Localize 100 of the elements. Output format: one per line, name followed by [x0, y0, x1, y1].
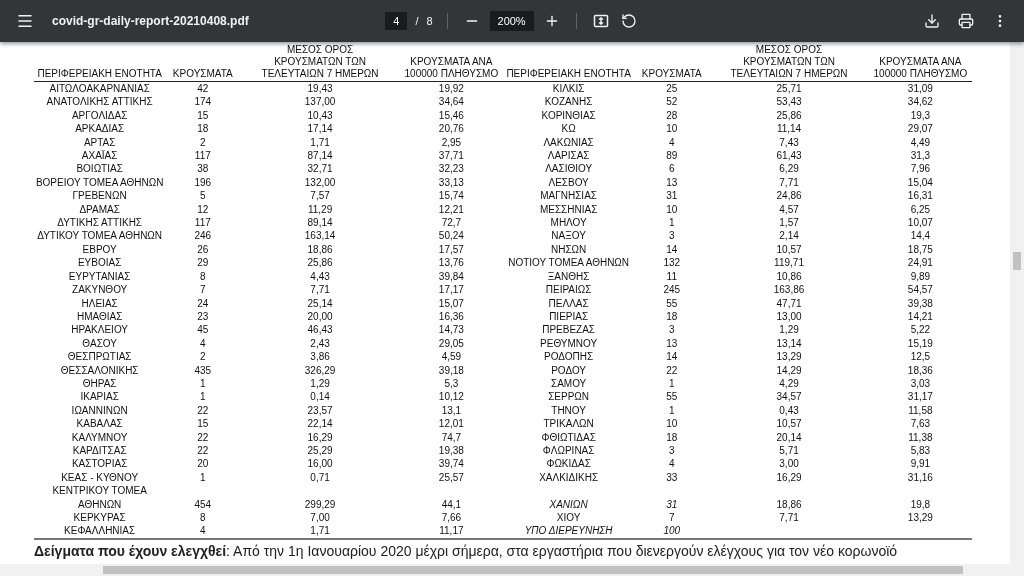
table-cell-text: 1 — [199, 376, 207, 391]
table-cell-text: 33 — [665, 470, 679, 485]
table-cell-text: 10,07 — [906, 216, 934, 230]
region-cell-text: ΘΕΣΠΡΩΤΙΑΣ — [66, 350, 133, 364]
table-cell-text: 5 — [199, 189, 207, 203]
region-cell-text: ΝΗΣΩΝ — [549, 242, 588, 257]
table-cell-text: 10 — [665, 417, 679, 431]
table-cell-text: 117 — [193, 149, 212, 163]
table-cell-text: 196 — [193, 175, 213, 190]
table-cell-text: 8 — [199, 511, 207, 525]
download-icon[interactable] — [922, 11, 942, 31]
table-cell-text: 10,12 — [437, 390, 465, 404]
table-cell-text: 0,14 — [309, 390, 331, 404]
table-cell: 100 — [634, 524, 710, 539]
region-cell-text: ΚΑΣΤΟΡΙΑΣ — [70, 457, 129, 471]
page-count: 8 — [426, 15, 433, 27]
table-cell-text: 245 — [662, 283, 682, 297]
table-cell-text: 15,07 — [437, 296, 465, 310]
page-number-field[interactable]: 4 — [385, 12, 408, 30]
table-cell-text: 1,29 — [778, 323, 800, 337]
region-cell-text: ΞΑΝΘΗΣ — [546, 269, 591, 284]
table-cell-text: 32,23 — [437, 162, 465, 176]
table-cell: 25 — [634, 81, 710, 96]
table-cell: 19,43 — [240, 81, 400, 96]
table-cell-text: 24,91 — [906, 256, 934, 270]
region-cell-text: ΡΟΔΟΥ — [550, 363, 588, 377]
table-cell-text: 55 — [665, 296, 679, 310]
table-cell-text: 119,71 — [773, 256, 805, 270]
region-cell-text: ΒΟΙΩΤΙΑΣ — [75, 162, 124, 176]
table-cell-text: 7,71 — [778, 175, 800, 190]
table-cell-text: 25,29 — [306, 443, 334, 458]
table-cell-text: 7,71 — [309, 283, 331, 297]
print-icon[interactable] — [956, 11, 976, 31]
table-cell-text: 16,29 — [306, 430, 334, 444]
table-cell-text: 1 — [668, 376, 676, 391]
page-separator: / — [415, 15, 419, 27]
region-cell-text: ΠΡΕΒΕΖΑΣ — [541, 323, 597, 337]
table-cell-text: 1,71 — [309, 135, 331, 150]
table-cell-text: 117 — [193, 216, 212, 230]
table-cell-text: 20,76 — [437, 122, 465, 136]
region-cell-text: ΧΑΛΚΙΔΙΚΗΣ — [538, 470, 600, 485]
footnote-paragraph: Δείγματα που έχουν ελεγχθεί: Από την 1η Ιανουαρίου 2020 μέχρι σήμερα, στα εργαστήρια που διενεργούν ελέγχους για τον νέο κορωνοϊό — [34, 542, 899, 559]
table-cell-text: 10,86 — [775, 269, 803, 284]
region-cell-text: ΑΡΤΑΣ — [82, 135, 117, 150]
region-cell-text: ΚΑΡΔΙΤΣΑΣ — [71, 443, 128, 458]
region-cell-text: ΧΑΝΙΩΝ — [548, 497, 589, 511]
region-cell-text: ΕΥΡΥΤΑΝΙΑΣ — [67, 269, 132, 284]
region-cell-text: ΔΡΑΜΑΣ — [78, 202, 121, 217]
region-cell-text: ΡΕΘΥΜΝΟΥ — [539, 336, 599, 351]
region-cell-text: ΔΥΤΙΚΟΥ ΤΟΜΕΑ ΑΘΗΝΩΝ — [36, 229, 164, 243]
table-cell-text: 14,4 — [909, 229, 932, 243]
horizontal-scrollbar[interactable] — [0, 564, 1010, 576]
region-cell-text: ΙΚΑΡΙΑΣ — [79, 390, 120, 404]
table-cell-text: 89 — [665, 149, 679, 163]
table-cell-text: 7,71 — [778, 511, 800, 525]
table-cell-text: 61,43 — [775, 149, 803, 163]
table-cell-text: 14,29 — [775, 363, 803, 377]
table-cell-text: 18,36 — [906, 363, 934, 377]
table-cell-text: 1 — [668, 403, 676, 418]
region-cell-text: ΚΕΡΚΥΡΑΣ — [72, 511, 127, 525]
region-cell-text: ΚΑΒΑΛΑΣ — [75, 417, 124, 431]
column-header: ΚΡΟΥΣΜΑΤΑ ΑΝΑ 100000 ΠΛΗΘΥΣΜΟ — [868, 42, 972, 82]
table-cell-text: 39,18 — [437, 363, 465, 377]
table-cell-text: 18,86 — [306, 242, 334, 257]
table-cell-text: 18 — [665, 309, 679, 324]
table-cell-text: 16,00 — [306, 457, 334, 471]
table-cell-text: 17,14 — [306, 122, 334, 136]
table-cell-text: 23 — [196, 309, 210, 324]
region-cell-text: ΚΩ — [560, 122, 577, 136]
table-cell-text: 3,86 — [309, 350, 331, 364]
table-cell-text: 25,14 — [306, 296, 334, 310]
table-cell-text: 6,25 — [909, 202, 932, 217]
table-cell-text: 44,1 — [440, 497, 463, 511]
table-cell-text: 10 — [665, 202, 679, 217]
table-cell-text: 454 — [193, 497, 213, 511]
region-cell-text: ΛΑΡΙΣΑΣ — [546, 149, 591, 163]
region-cell: ΚΙΛΚΙΣ — [502, 81, 635, 96]
region-cell-text: ΚΑΛΥΜΝΟΥ — [70, 430, 129, 444]
table-cell-text: 16,29 — [775, 470, 803, 485]
zoom-field[interactable]: 200% — [489, 11, 534, 31]
table-cell-text: 18 — [196, 122, 210, 136]
column-header: ΜΕΣΟΣ ΟΡΟΣ ΚΡΟΥΣΜΑΤΩΝ ΤΩΝ ΤΕΛΕΥΤΑΙΩΝ 7 ΗΜΕΡΩΝ — [709, 42, 869, 82]
table-cell-text: 4 — [668, 457, 676, 471]
table-cell-text: 8 — [199, 269, 207, 284]
vertical-scrollbar[interactable] — [1010, 42, 1024, 576]
table-cell-text: 20,14 — [775, 430, 803, 444]
table-cell-text: 13,00 — [775, 309, 803, 324]
region-cell-text: ΙΩΑΝΝΙΝΩΝ — [70, 403, 129, 418]
table-cell-text: 0,43 — [778, 403, 800, 418]
region-cell-text: ΑΡΓΟΛΙΔΑΣ — [70, 108, 129, 123]
table-cell-text: 31 — [665, 189, 679, 203]
file-title: covid-gr-daily-report-20210408.pdf — [52, 14, 249, 28]
table-cell-text: 47,71 — [775, 296, 803, 310]
region-cell-text: ΑΧΑΪΑΣ — [80, 149, 119, 163]
table-cell-text: 13,76 — [437, 256, 465, 270]
region-cell-text: ΘΗΡΑΣ — [81, 376, 118, 391]
table-cell-text: 15 — [196, 108, 210, 123]
region-cell-text: ΣΕΡΡΩΝ — [547, 390, 591, 404]
table-cell-text: 15,04 — [906, 175, 934, 190]
table-cell-text: 4,29 — [778, 376, 800, 391]
